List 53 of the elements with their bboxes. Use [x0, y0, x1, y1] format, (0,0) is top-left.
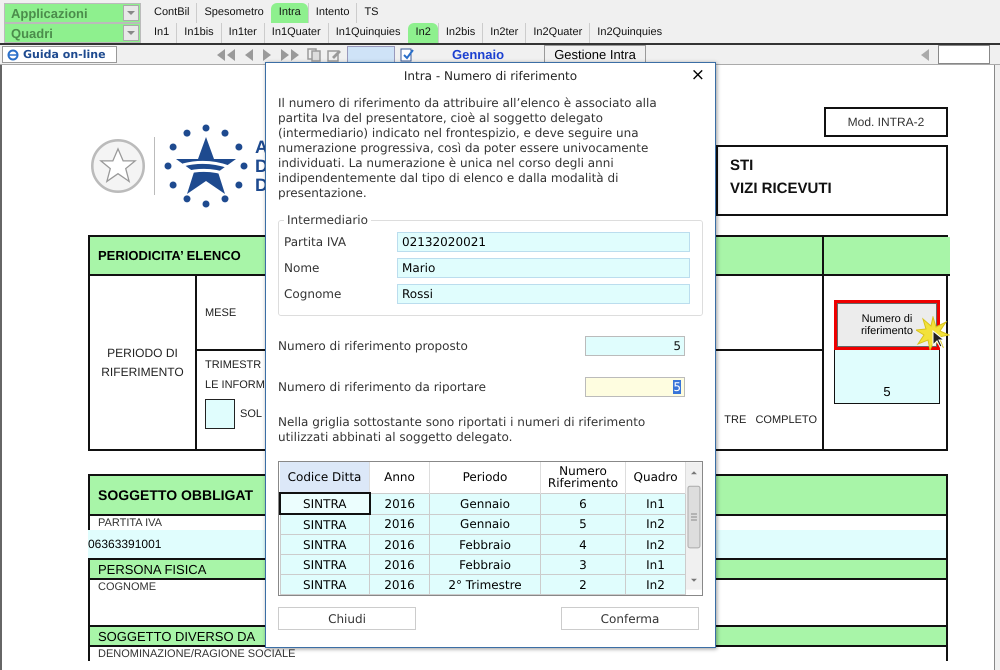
group-label: Intermediario — [286, 213, 369, 227]
field-label: PARTITA IVA — [98, 517, 162, 529]
description-text: Nella griglia sottostante sono riportati i numeri di riferimento utilizzati abbinati al soggetto delegato. — [278, 415, 646, 445]
table-cell: 3 — [540, 554, 626, 574]
table-cell: 2016 — [370, 554, 430, 574]
checkbox-label: SOL — [240, 408, 262, 420]
table-cell: In1 — [626, 493, 686, 514]
table-cell: In1 — [626, 554, 686, 574]
field-label: DENOMINAZIONE/RAGIONE SOCIALE — [98, 648, 296, 660]
table-cell: Febbraio — [430, 534, 540, 554]
table-cell: SINTRA — [280, 534, 370, 554]
table-cell: 2016 — [370, 534, 430, 554]
section-header: PERIODICITA’ ELENCO — [98, 248, 241, 263]
field-label: Partita IVA — [284, 235, 348, 249]
field-label: Numero di riferimento da riportare — [278, 380, 486, 394]
table-cell: Febbraio — [430, 554, 540, 574]
table-cell: SINTRA — [280, 514, 370, 534]
field-label: COGNOME — [98, 581, 156, 593]
section-header: SOGGETTO OBBLIGAT — [98, 487, 254, 503]
table-cell: 6 — [540, 493, 626, 514]
table-cell: In2 — [626, 534, 686, 554]
description-text: Il numero di riferimento da attribuire all’elenco è associato alla partita Iva del presentatore, cioè al soggetto delegato (intermediario) indicato nel frontespizio, e deve seguire una numerazione progressiva, così da poter essere univocamente individuati. La numerazione è unica nel corso degli anni indipendentemente dal tipo di elenco e dalla modalità di presentazione. — [278, 96, 658, 201]
table-cell: SINTRA — [280, 554, 370, 574]
dialog-title: Intra - Numero di riferimento — [404, 68, 578, 82]
field-label: Numero di riferimento proposto — [278, 339, 468, 353]
table-cell: 2016 — [370, 514, 430, 534]
table-cell: In2 — [626, 514, 686, 534]
month-label: Gennaio — [452, 47, 504, 62]
table-cell: 2° Trimestre — [430, 574, 540, 594]
section-header: PERSONA FISICA — [98, 562, 206, 576]
reference-value: 5 — [834, 350, 940, 404]
table-cell: 2016 — [370, 493, 430, 514]
table-cell: SINTRA — [280, 493, 370, 514]
table-cell: 2 — [540, 574, 626, 594]
field-label: Cognome — [284, 287, 342, 301]
quarter-label: TRIMESTR — [205, 359, 262, 371]
form-title: STI — [730, 157, 754, 174]
complete-label: TRE COMPLETO — [724, 413, 817, 426]
table-cell: Gennaio — [430, 514, 540, 534]
period-label: PERIODO DI RIFERIMENTO — [100, 344, 185, 380]
table-cell: SINTRA — [280, 574, 370, 594]
table-cell: Gennaio — [430, 493, 540, 514]
info-label: LE INFORM — [205, 379, 265, 391]
table-cell: 5 — [540, 514, 626, 534]
model-label: Mod. INTRA-2 — [824, 107, 948, 137]
table-cell: 4 — [540, 534, 626, 554]
vat-value: 06363391001 — [88, 537, 162, 551]
month-label: MESE — [205, 306, 236, 318]
form-title: VIZI RICEVUTI — [730, 180, 833, 197]
table-cell: 2016 — [370, 574, 430, 594]
field-label: Nome — [284, 261, 320, 275]
table-cell: In2 — [626, 574, 686, 594]
section-header: SOGGETTO DIVERSO DA — [98, 628, 256, 644]
